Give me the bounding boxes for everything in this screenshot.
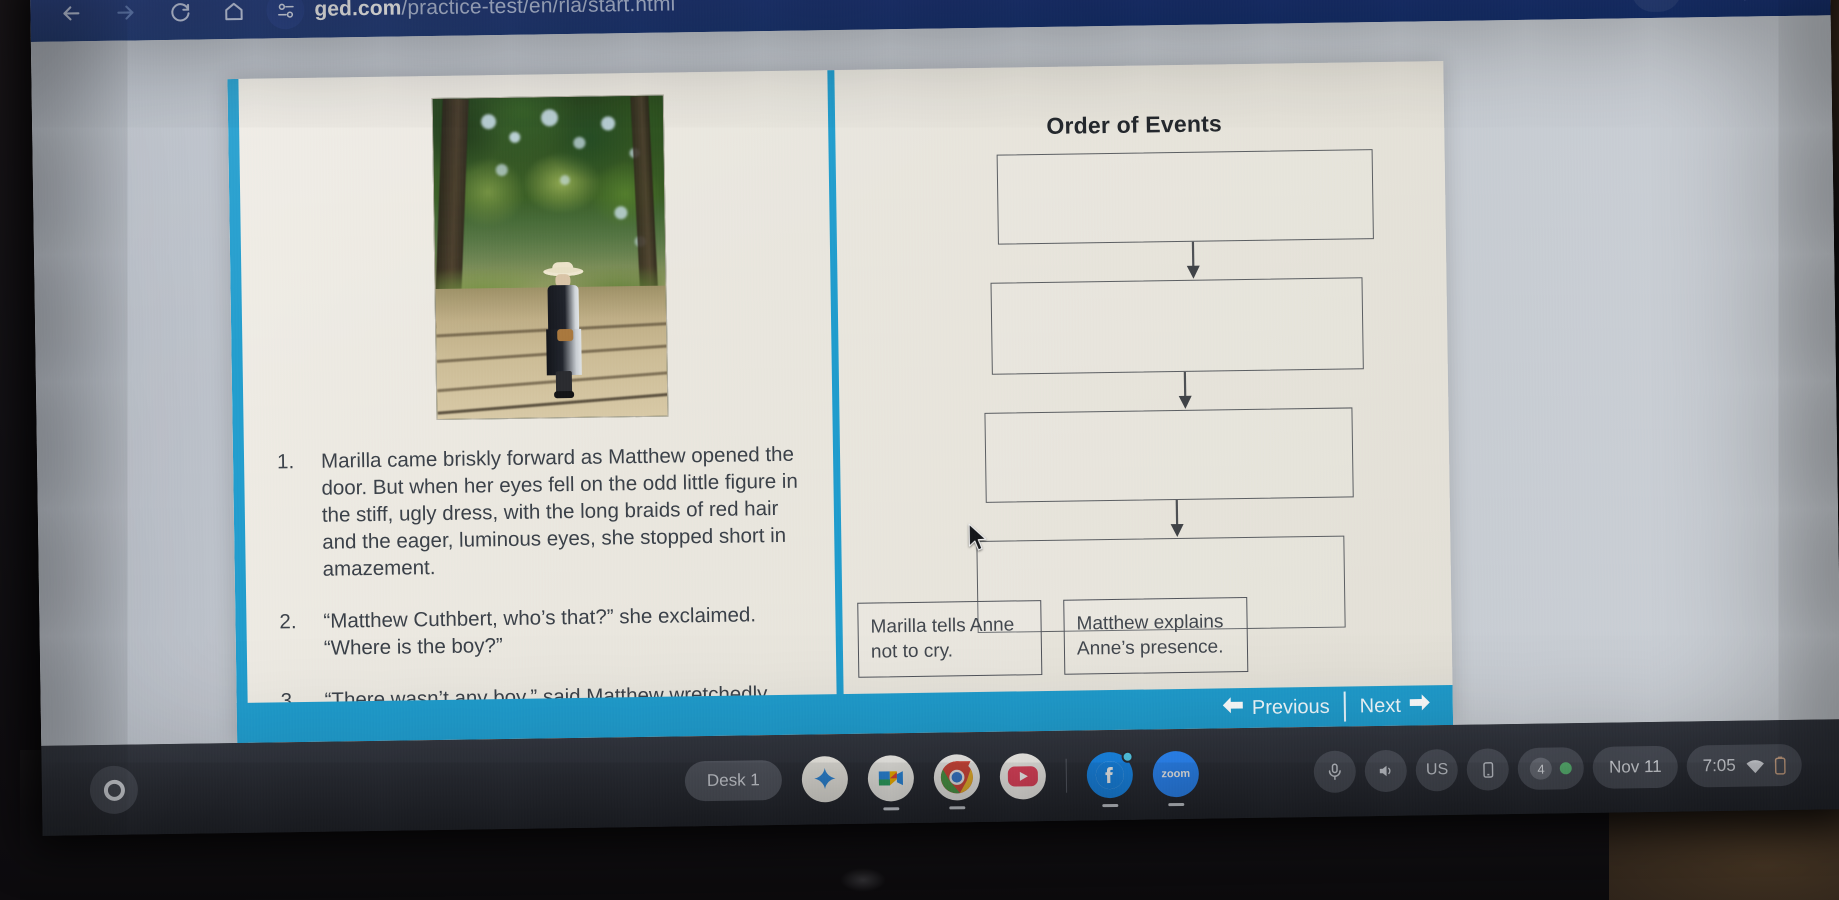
- passage-column: 1. Marilla came briskly forward as Matth…: [247, 70, 843, 743]
- notification-tray[interactable]: 4: [1517, 747, 1585, 791]
- next-label: Next: [1359, 694, 1401, 717]
- battery-icon: [1774, 756, 1786, 775]
- ged-test-card: 1. Marilla came briskly forward as Matth…: [227, 61, 1454, 744]
- volume-icon[interactable]: [1364, 749, 1408, 793]
- toolbar-separator: [1744, 0, 1746, 1]
- status-area[interactable]: 7:05: [1686, 743, 1803, 788]
- launcher-circle-icon[interactable]: [89, 765, 139, 815]
- chrome-app-icon[interactable]: [933, 753, 981, 810]
- order-of-events-title: Order of Events: [1046, 110, 1223, 139]
- system-tray: US 4 Nov 11 7:05: [1313, 743, 1803, 794]
- answer-tile-2[interactable]: Matthew explains Anne’s presence.: [1063, 597, 1249, 675]
- laptop-photo-root: ged.com/practice-test/en/rla/start.html: [0, 0, 1839, 900]
- page-background: 1. Marilla came briskly forward as Matth…: [30, 15, 1839, 746]
- mouse-cursor: [967, 523, 989, 553]
- card-body: 1. Marilla came briskly forward as Matth…: [227, 61, 1454, 744]
- paragraph-number: 1.: [276, 450, 295, 474]
- desk-label: Desk 1: [706, 770, 760, 791]
- laptop-brand-logo: [840, 868, 886, 892]
- three-dot-menu-icon[interactable]: [1754, 0, 1805, 10]
- time-label: 7:05: [1702, 755, 1736, 776]
- previous-button[interactable]: Previous: [1208, 687, 1344, 729]
- screen-surface: ged.com/practice-test/en/rla/start.html: [30, 0, 1839, 836]
- answer-tile-1[interactable]: Marilla tells Anne not to cry.: [857, 600, 1043, 678]
- order-of-events-column: Order of Events Marilla tells Anne not t…: [841, 61, 1453, 734]
- chrome-browser-window: ged.com/practice-test/en/rla/start.html: [30, 0, 1839, 746]
- photo-figure: [539, 261, 587, 400]
- microphone-icon[interactable]: [1313, 750, 1357, 794]
- down-arrow-icon: [1162, 500, 1193, 538]
- date-label: Nov 11: [1608, 756, 1662, 777]
- keyboard-layout-label: US: [1425, 761, 1449, 779]
- event-flowchart: [909, 149, 1386, 634]
- back-arrow-icon[interactable]: [44, 0, 99, 37]
- url-path: /practice-test/en/rla/start.html: [401, 0, 676, 20]
- laptop-screen: ged.com/practice-test/en/rla/start.html: [30, 0, 1839, 836]
- status-dot: [1559, 762, 1573, 775]
- right-arrow-icon: [1409, 693, 1431, 717]
- desk-switcher[interactable]: Desk 1: [684, 759, 783, 802]
- date-indicator[interactable]: Nov 11: [1592, 745, 1678, 789]
- notification-count: 4: [1529, 757, 1553, 780]
- home-icon[interactable]: [206, 0, 261, 34]
- meet-app-icon[interactable]: [867, 754, 915, 811]
- down-arrow-icon: [1170, 371, 1201, 410]
- shelf-separator: [1065, 758, 1068, 793]
- forward-arrow-icon[interactable]: [98, 0, 153, 36]
- site-settings-icon[interactable]: [266, 0, 305, 30]
- facebook-app-icon[interactable]: [1086, 750, 1134, 808]
- puzzle-piece-icon[interactable]: [1685, 0, 1736, 11]
- reload-icon[interactable]: [152, 0, 207, 35]
- next-button[interactable]: Next: [1345, 685, 1445, 726]
- event-drop-slot-3[interactable]: [984, 407, 1354, 503]
- zoom-app-icon[interactable]: zoom: [1152, 750, 1200, 807]
- url-domain: ged.com: [314, 0, 402, 21]
- keyboard-layout-indicator[interactable]: US: [1415, 748, 1459, 792]
- answer-tiles: Marilla tells Anne not to cry. Matthew e…: [857, 594, 1452, 678]
- youtube-app-icon[interactable]: [999, 753, 1047, 800]
- toolbar-right-actions: [1630, 0, 1817, 13]
- address-bar[interactable]: ged.com/practice-test/en/rla/start.html: [314, 0, 675, 22]
- paragraph-text: Marilla came briskly forward as Matthew …: [320, 442, 798, 581]
- event-drop-slot-1[interactable]: [996, 149, 1374, 245]
- event-drop-slot-2[interactable]: [990, 277, 1364, 375]
- shelf-app-area: Desk 1 zoom: [684, 750, 1200, 811]
- down-arrow-icon: [1178, 241, 1209, 280]
- zoom-app-label: zoom: [1161, 767, 1191, 781]
- paragraph-text: “Matthew Cuthbert, who’s that?” she excl…: [323, 603, 757, 660]
- paragraph-2: 2. “Matthew Cuthbert, who’s that?” she e…: [279, 601, 818, 663]
- gemini-app-icon[interactable]: [801, 755, 849, 803]
- paragraph-1: 1. Marilla came briskly forward as Matth…: [277, 440, 817, 583]
- wifi-icon: [1746, 758, 1765, 773]
- passage-photo: [431, 94, 669, 421]
- phone-icon[interactable]: [1466, 748, 1510, 791]
- star-icon[interactable]: [1630, 0, 1682, 13]
- left-arrow-icon: [1222, 696, 1244, 720]
- previous-label: Previous: [1251, 695, 1330, 719]
- paragraph-number: 2.: [279, 610, 297, 634]
- facebook-badge: [1121, 750, 1134, 763]
